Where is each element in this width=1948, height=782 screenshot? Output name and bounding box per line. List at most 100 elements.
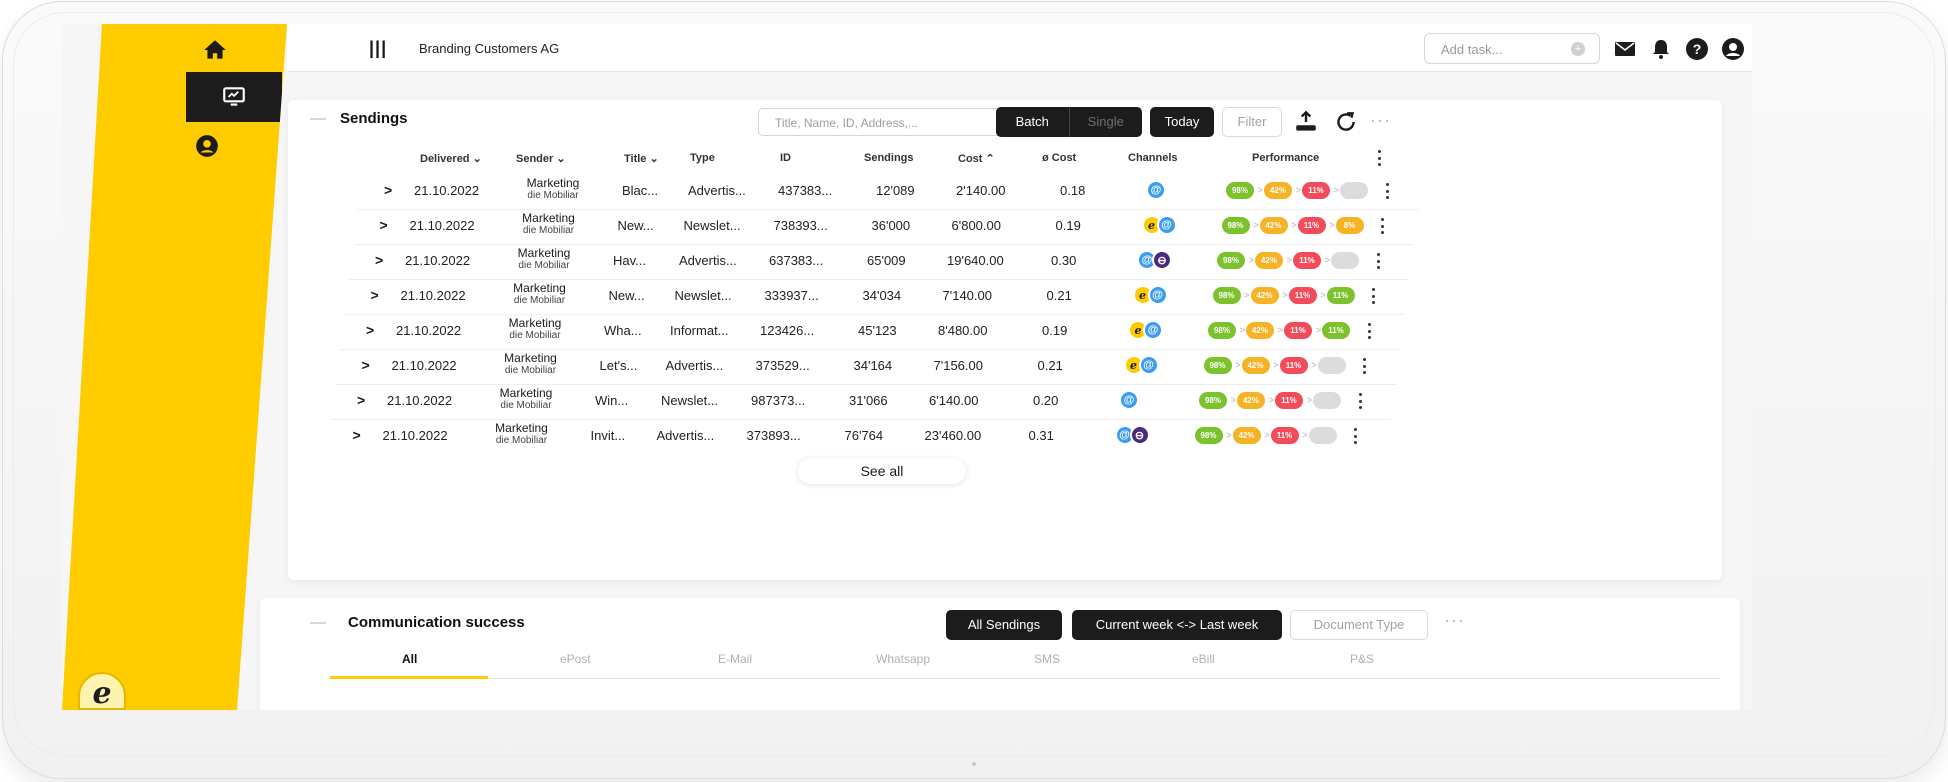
user-circle-icon [196, 135, 218, 157]
col-channels[interactable]: Channels [1128, 152, 1178, 164]
expand-row-icon[interactable]: > [357, 392, 365, 408]
expand-row-icon[interactable]: > [375, 252, 383, 268]
search-input[interactable]: Title, Name, ID, Address,... [758, 108, 1036, 136]
cell-cost: 23'460.00 [924, 428, 982, 443]
notifications-button[interactable] [1647, 35, 1675, 63]
add-task-input[interactable]: Add task... + [1424, 33, 1600, 64]
chevron-down-icon: ⌄ [556, 153, 566, 165]
cell-cost: 6'140.00 [929, 393, 979, 408]
cell-cost: 8'480.00 [938, 323, 988, 338]
collapse-toggle[interactable] [310, 118, 326, 120]
table-row[interactable]: > 21.10.2022 Marketing die Mobiliar Win.… [261, 384, 1381, 419]
menu-icon[interactable]: ||| [369, 38, 387, 59]
cell-type: Informat... [670, 323, 729, 338]
cell-title: Win... [595, 393, 629, 408]
row-menu-button[interactable] [1382, 183, 1392, 199]
cell-sendings: 65'009 [867, 253, 906, 268]
single-option[interactable]: Single [1068, 107, 1143, 137]
col-avg-cost[interactable]: ø Cost [1042, 152, 1076, 164]
row-menu-button[interactable] [1369, 288, 1379, 304]
more-options-button[interactable]: ··· [1370, 110, 1391, 131]
expand-row-icon[interactable]: > [371, 287, 379, 303]
col-type[interactable]: Type [690, 152, 715, 164]
tab-e-mail[interactable]: E-Mail [718, 652, 752, 666]
performance-pill: 98% [1203, 357, 1241, 374]
document-type-select[interactable]: Document Type [1290, 610, 1428, 640]
table-row[interactable]: > 21.10.2022 Marketing die Mobiliar Wha.… [270, 314, 1390, 349]
table-row[interactable]: > 21.10.2022 Marketing die Mobiliar New.… [275, 279, 1395, 314]
company-name: Branding Customers AG [419, 41, 560, 56]
batch-single-toggle[interactable]: Batch Single [996, 107, 1142, 137]
performance-pill: 42% [1255, 252, 1292, 269]
performance-pill: 98% [1217, 252, 1254, 269]
cell-channels: e @ [1132, 285, 1168, 305]
expand-row-icon[interactable]: > [366, 322, 374, 338]
see-all-button[interactable]: See all [798, 458, 966, 484]
row-menu-button[interactable] [1360, 358, 1370, 374]
tab-epost[interactable]: ePost [560, 652, 591, 666]
tab-whatsapp[interactable]: Whatsapp [876, 652, 930, 666]
table-row[interactable]: > 21.10.2022 Marketing die Mobiliar Blac… [288, 174, 1408, 209]
tab-p-s[interactable]: P&S [1350, 652, 1374, 666]
today-button[interactable]: Today [1150, 107, 1214, 137]
collapse-toggle[interactable] [310, 622, 326, 624]
cell-title: Let's... [599, 358, 638, 373]
cell-channels: e @ [1128, 320, 1163, 340]
col-delivered[interactable]: Delivered ⌄ [420, 152, 482, 165]
cell-avg-cost: 0.21 [1046, 288, 1072, 303]
filter-button[interactable]: Filter [1222, 107, 1282, 137]
nav-profile[interactable] [172, 122, 242, 170]
more-options-button[interactable]: ··· [1444, 610, 1465, 631]
tab-sms[interactable]: SMS [1034, 652, 1060, 666]
table-row[interactable]: > 21.10.2022 Marketing die Mobiliar New.… [284, 209, 1404, 244]
expand-row-icon[interactable]: > [353, 427, 361, 443]
col-id[interactable]: ID [780, 152, 791, 164]
sender-name: Marketing [508, 316, 562, 330]
col-sender[interactable]: Sender ⌄ [516, 152, 566, 165]
plus-icon[interactable]: + [1571, 42, 1585, 56]
week-compare-button[interactable]: Current week <-> Last week [1072, 610, 1282, 640]
row-menu-button[interactable] [1378, 218, 1388, 234]
profile-button[interactable] [1719, 35, 1747, 63]
row-menu-button[interactable] [1373, 253, 1383, 269]
table-row[interactable]: > 21.10.2022 Marketing die Mobiliar Invi… [257, 419, 1377, 454]
expand-row-icon[interactable]: > [362, 357, 370, 373]
cell-sender: Marketing die Mobiliar [498, 176, 608, 201]
columns-menu-button[interactable] [1374, 150, 1384, 166]
batch-option[interactable]: Batch [996, 107, 1069, 137]
col-performance[interactable]: Performance [1252, 152, 1319, 164]
row-menu-button[interactable] [1351, 428, 1361, 444]
export-button[interactable] [1292, 108, 1320, 136]
performance-pill: 98% [1199, 392, 1236, 409]
sender-name: Marketing [526, 176, 580, 190]
nav-monitor[interactable] [186, 72, 282, 122]
cell-id: 123426... [760, 323, 815, 338]
tab-all[interactable]: All [402, 652, 417, 666]
table-row[interactable]: > 21.10.2022 Marketing die Mobiliar Let'… [266, 349, 1386, 384]
mail-button[interactable] [1611, 35, 1639, 63]
all-sendings-button[interactable]: All Sendings [946, 610, 1062, 640]
col-sendings[interactable]: Sendings [864, 152, 914, 164]
cell-performance: 98%42%11% [1203, 357, 1356, 374]
sender-name: Marketing [499, 386, 553, 400]
performance-pill [1313, 392, 1341, 409]
expand-row-icon[interactable]: > [384, 182, 392, 198]
col-cost[interactable]: Cost ⌃ [958, 152, 995, 165]
row-menu-button[interactable] [1364, 323, 1374, 339]
cell-sender: Marketing die Mobiliar [467, 421, 577, 446]
sender-name: Marketing [513, 281, 566, 295]
help-button[interactable]: ? [1683, 35, 1711, 63]
row-menu-button[interactable] [1355, 393, 1365, 409]
col-title[interactable]: Title ⌄ [624, 152, 659, 165]
refresh-button[interactable] [1332, 108, 1360, 136]
sender-name: Marketing [495, 421, 548, 435]
tab-ebill[interactable]: eBill [1192, 652, 1215, 666]
whatsapp-channel-icon: ⊖ [1152, 250, 1172, 270]
cell-sendings: 31'066 [849, 393, 888, 408]
expand-row-icon[interactable]: > [380, 217, 388, 233]
cell-cost: 7'156.00 [933, 358, 983, 373]
nav-home[interactable] [180, 26, 250, 74]
cell-id: 373893... [746, 428, 801, 443]
table-row[interactable]: > 21.10.2022 Marketing die Mobiliar Hav.… [279, 244, 1399, 279]
performance-pill: 11% [1322, 322, 1350, 339]
